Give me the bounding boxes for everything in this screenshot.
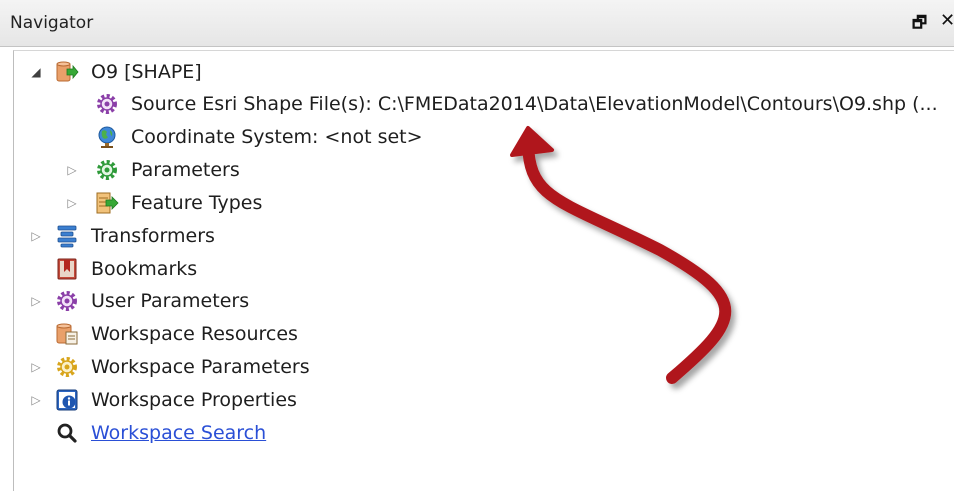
tree-item-source-file[interactable]: Source Esri Shape File(s): C:\FMEData201… — [95, 89, 938, 119]
tree-item-transformers[interactable]: Transformers — [55, 221, 215, 251]
tree-item-label: Parameters — [131, 159, 240, 181]
collapse-toggle-dataset[interactable]: ◢ — [29, 57, 43, 87]
tree-item-workspace-properties[interactable]: Workspace Properties — [55, 385, 297, 415]
panel-title: Navigator — [10, 13, 94, 33]
tree-item-label: User Parameters — [91, 290, 250, 312]
globe-icon — [95, 125, 119, 149]
resources-icon — [55, 322, 79, 346]
tree-item-label: Feature Types — [131, 192, 263, 214]
search-icon — [55, 421, 79, 445]
restore-button[interactable]: 🗗 — [912, 12, 936, 34]
tree-item-label: Bookmarks — [91, 258, 198, 280]
expand-toggle-transformers[interactable]: ▷ — [29, 221, 43, 251]
yellow-gear-icon — [55, 355, 79, 379]
tree-item-workspace-resources[interactable]: Workspace Resources — [55, 319, 298, 349]
expand-toggle-feature-types[interactable]: ▷ — [65, 188, 79, 218]
tree-item-parameters[interactable]: Parameters — [95, 155, 240, 185]
tree-item-bookmarks[interactable]: Bookmarks — [55, 254, 197, 284]
feature-types-icon — [95, 191, 119, 215]
tree-item-label: Transformers — [91, 225, 215, 247]
tree-item-label: Workspace Resources — [91, 323, 298, 345]
tree-item-label: O9 [SHAPE] — [91, 61, 202, 83]
workspace-search-link[interactable]: Workspace Search — [91, 422, 266, 444]
green-gear-icon — [95, 158, 119, 182]
expand-toggle-workspace-properties[interactable]: ▷ — [29, 385, 43, 415]
transformers-icon — [55, 224, 79, 248]
tree-item-label: Coordinate System: <not set> — [131, 126, 423, 148]
tree-item-dataset[interactable]: O9 [SHAPE] — [55, 57, 202, 87]
bookmark-icon — [55, 257, 79, 281]
tree-item-coordinate-system[interactable]: Coordinate System: <not set> — [95, 122, 423, 152]
expand-toggle-user-parameters[interactable]: ▷ — [29, 286, 43, 316]
info-icon — [55, 388, 79, 412]
shape-reader-icon — [55, 60, 79, 84]
purple-gear-icon — [55, 289, 79, 313]
expand-toggle-workspace-parameters[interactable]: ▷ — [29, 352, 43, 382]
close-button[interactable]: ✕ — [940, 10, 954, 32]
navigator-panel: Navigator 🗗 ✕ ◢ O9 [SHAPE] Source Esri S… — [0, 0, 954, 491]
tree-item-workspace-search[interactable]: Workspace Search — [55, 418, 266, 448]
tree-item-feature-types[interactable]: Feature Types — [95, 188, 262, 218]
tree-item-user-parameters[interactable]: User Parameters — [55, 286, 249, 316]
tree-item-label: Source Esri Shape File(s): C:\FMEData201… — [131, 93, 938, 115]
tree-item-workspace-parameters[interactable]: Workspace Parameters — [55, 352, 310, 382]
panel-titlebar: Navigator 🗗 ✕ — [0, 0, 954, 47]
purple-gear-icon — [95, 92, 119, 116]
tree-item-label: Workspace Properties — [91, 389, 297, 411]
tree-item-label: Workspace Parameters — [91, 356, 310, 378]
expand-toggle-parameters[interactable]: ▷ — [65, 155, 79, 185]
